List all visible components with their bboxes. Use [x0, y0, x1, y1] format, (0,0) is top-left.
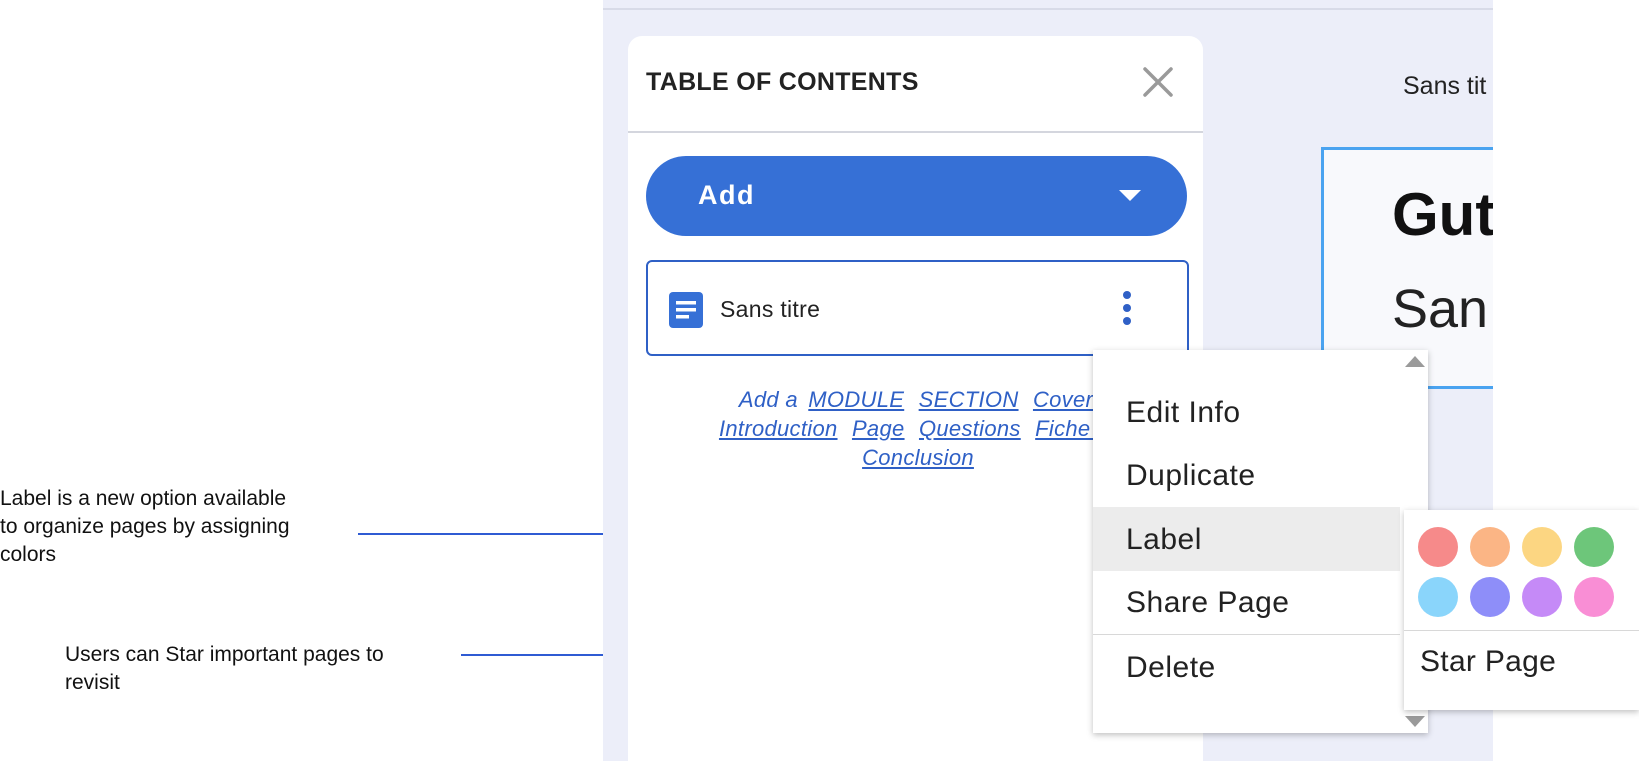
add-conclusion-link[interactable]: Conclusion — [862, 445, 974, 470]
label-color-submenu: Star Page — [1404, 510, 1639, 710]
add-button-label: Add — [698, 180, 755, 210]
menu-item-label: Delete — [1126, 651, 1216, 684]
toc-page-item[interactable]: Sans titre — [646, 260, 1189, 356]
menu-item-label: Share Page — [1126, 586, 1290, 619]
menu-item-edit-info[interactable]: Edit Info — [1093, 380, 1400, 444]
star-annotation-connector — [461, 654, 603, 656]
canvas-page-caption: Sans tit — [1403, 72, 1487, 100]
toc-title: TABLE OF CONTENTS — [646, 68, 919, 96]
page-title: Sans titre — [720, 296, 821, 322]
star-page-option[interactable]: Star Page — [1404, 632, 1639, 692]
add-a-prefix: Add a — [738, 387, 798, 412]
scroll-down-icon[interactable] — [1405, 716, 1425, 727]
star-annotation: Users can Star important pages to revisi… — [65, 641, 455, 697]
toc-header: TABLE OF CONTENTS — [628, 36, 1203, 133]
color-swatch-purple[interactable] — [1522, 577, 1562, 617]
color-swatch-green[interactable] — [1574, 527, 1614, 567]
annotation-line-text: Users can Star important pages to — [65, 643, 384, 666]
app-top-border — [603, 8, 1493, 10]
close-icon[interactable] — [1140, 64, 1176, 100]
color-swatch-yellow[interactable] — [1522, 527, 1562, 567]
add-button[interactable]: Add — [646, 156, 1187, 236]
menu-item-label: Duplicate — [1126, 459, 1256, 492]
add-introduction-link[interactable]: Introduction — [719, 416, 838, 441]
annotation-line-text: to organize pages by assigning — [0, 515, 290, 538]
label-annotation: Label is a new option available to organ… — [0, 485, 345, 569]
menu-item-label-text: Label — [1126, 523, 1202, 556]
add-page-link[interactable]: Page — [852, 416, 905, 441]
color-swatch-indigo[interactable] — [1470, 577, 1510, 617]
add-module-link[interactable]: MODULE — [808, 387, 904, 412]
canvas-subheading: San — [1392, 279, 1489, 339]
submenu-divider — [1404, 630, 1639, 631]
document-icon — [669, 292, 703, 328]
menu-item-duplicate[interactable]: Duplicate — [1093, 443, 1400, 507]
canvas-heading: Gut — [1392, 181, 1496, 248]
color-swatch-light-blue[interactable] — [1418, 577, 1458, 617]
add-section-link[interactable]: SECTION — [919, 387, 1019, 412]
menu-item-share-page[interactable]: Share Page — [1093, 570, 1400, 634]
annotation-line-text: Label is a new option available — [0, 487, 287, 510]
scroll-up-icon[interactable] — [1405, 356, 1425, 367]
menu-item-label: Edit Info — [1126, 396, 1241, 429]
chevron-down-icon — [1119, 190, 1141, 201]
annotation-line-text: revisit — [65, 671, 120, 694]
color-swatch-orange[interactable] — [1470, 527, 1510, 567]
add-questions-link[interactable]: Questions — [919, 416, 1021, 441]
color-swatch-pink[interactable] — [1574, 577, 1614, 617]
more-options-icon[interactable] — [1122, 290, 1132, 326]
page-context-menu: Edit Info Duplicate Label Share Page Del… — [1093, 350, 1428, 733]
annotation-line-text: colors — [0, 543, 57, 566]
add-cover-link[interactable]: Cover — [1033, 387, 1093, 412]
label-annotation-connector — [358, 533, 603, 535]
menu-item-delete[interactable]: Delete — [1093, 635, 1400, 699]
color-swatch-red[interactable] — [1418, 527, 1458, 567]
star-page-label: Star Page — [1420, 645, 1557, 678]
menu-item-label[interactable]: Label — [1093, 507, 1400, 571]
